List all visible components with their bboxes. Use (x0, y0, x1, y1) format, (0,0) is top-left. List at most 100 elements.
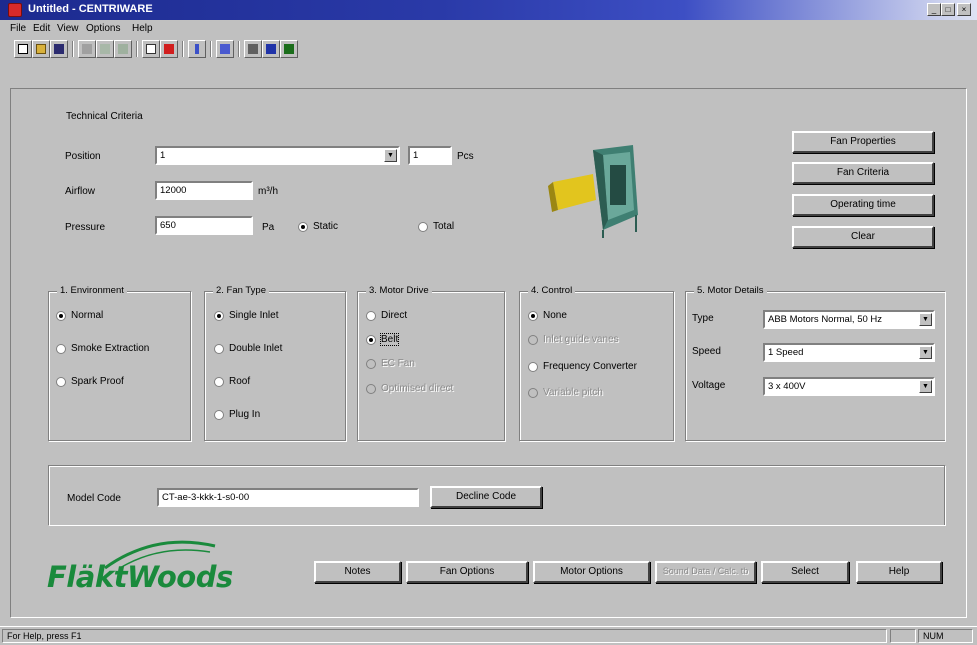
menu-file[interactable]: File (10, 23, 26, 34)
info-button[interactable] (188, 40, 206, 58)
open-button[interactable] (32, 40, 50, 58)
airflow-label: Airflow (65, 186, 96, 197)
motor-type-combo[interactable]: ABB Motors Normal, 50 Hz ▼ (763, 310, 935, 329)
environment-label: 1. Environment (57, 285, 127, 296)
fan-roof-label: Roof (229, 376, 251, 387)
drive-belt-radio[interactable] (366, 335, 376, 345)
select-button[interactable]: Select (761, 561, 849, 583)
notes-button[interactable]: Notes (314, 561, 401, 583)
toolbar (14, 38, 344, 62)
status-bar: For Help, press F1 NUM (0, 626, 977, 645)
position-combo[interactable]: 1 ▼ (155, 146, 400, 165)
stop-button[interactable] (160, 40, 178, 58)
properties-button[interactable] (142, 40, 160, 58)
fan-plugin-radio[interactable] (214, 410, 224, 420)
env-spark-label: Spark Proof (71, 376, 124, 387)
paste-icon (118, 44, 128, 54)
help-button[interactable]: Help (856, 561, 942, 583)
clear-button[interactable]: Clear (792, 226, 934, 248)
status-num: NUM (918, 629, 973, 643)
sort-icon (220, 44, 230, 54)
chevron-down-icon[interactable]: ▼ (919, 313, 932, 326)
position-qty-input[interactable]: 1 (408, 146, 452, 165)
copy-button[interactable] (96, 40, 114, 58)
operating-time-button[interactable]: Operating time (792, 194, 934, 216)
control-freq-label: Frequency Converter (543, 361, 637, 372)
fan-single-radio[interactable] (214, 311, 224, 321)
sound-data-button: Sound Data / Calc. tb (655, 561, 756, 583)
window-title: Untitled - CENTRIWARE (28, 3, 153, 15)
technical-criteria-label: Technical Criteria (66, 111, 143, 122)
motor-speed-combo[interactable]: 1 Speed ▼ (763, 343, 935, 362)
menu-options[interactable]: Options (86, 23, 120, 34)
fan-options-button[interactable]: Fan Options (406, 561, 528, 583)
folder-icon (36, 44, 46, 54)
chevron-down-icon[interactable]: ▼ (919, 346, 932, 359)
app-icon[interactable] (8, 3, 22, 17)
scissors-icon (82, 44, 92, 54)
motor-speed-value: 1 Speed (768, 347, 804, 358)
env-smoke-radio[interactable] (56, 344, 66, 354)
fan-double-radio[interactable] (214, 344, 224, 354)
red-square-icon (164, 44, 174, 54)
fan-image (548, 145, 638, 238)
static-radio[interactable] (298, 222, 308, 232)
fan-criteria-button[interactable]: Fan Criteria (792, 162, 934, 184)
menu-bar: File Edit View Options Help (0, 21, 977, 37)
env-normal-label: Normal (71, 310, 104, 321)
fan-plugin-label: Plug In (229, 409, 261, 420)
control-pitch-label: Variable pitch (543, 387, 603, 398)
decline-code-button[interactable]: Decline Code (430, 486, 542, 508)
help-button-tb[interactable] (262, 40, 280, 58)
model-code-input[interactable]: CT-ae-3-kkk-1-s0-00 (157, 488, 419, 507)
control-none-radio[interactable] (528, 311, 538, 321)
drive-direct-radio[interactable] (366, 311, 376, 321)
motor-type-value: ABB Motors Normal, 50 Hz (768, 314, 883, 325)
menu-help[interactable]: Help (132, 23, 153, 34)
menu-view[interactable]: View (57, 23, 79, 34)
pressure-unit: Pa (262, 222, 275, 233)
save-button[interactable] (50, 40, 68, 58)
motor-voltage-value: 3 x 400V (768, 381, 806, 392)
close-button[interactable]: × (957, 3, 971, 16)
context-help-button[interactable] (280, 40, 298, 58)
chevron-down-icon[interactable]: ▼ (384, 149, 397, 162)
drive-belt-label: Belt (379, 333, 400, 346)
status-help-text: For Help, press F1 (2, 629, 887, 643)
control-none-label: None (543, 310, 567, 321)
fan-double-label: Double Inlet (229, 343, 283, 354)
drive-direct-label: Direct (381, 310, 408, 321)
paste-button[interactable] (114, 40, 132, 58)
pressure-input[interactable]: 650 (155, 216, 253, 235)
print-button[interactable] (244, 40, 262, 58)
motor-drive-label: 3. Motor Drive (366, 285, 432, 296)
total-radio[interactable] (418, 222, 428, 232)
minimize-button[interactable]: _ (927, 3, 941, 16)
motor-voltage-combo[interactable]: 3 x 400V ▼ (763, 377, 935, 396)
airflow-input[interactable]: 12000 (155, 181, 253, 200)
sort-button[interactable] (216, 40, 234, 58)
motor-drive-group: 3. Motor Drive (357, 285, 505, 441)
control-pitch-radio (528, 388, 538, 398)
fan-properties-button[interactable]: Fan Properties (792, 131, 934, 153)
window-icon (146, 44, 156, 54)
cut-button[interactable] (78, 40, 96, 58)
new-file-icon (18, 44, 28, 54)
context-help-icon (284, 44, 294, 54)
fan-roof-radio[interactable] (214, 377, 224, 387)
motor-options-button[interactable]: Motor Options (533, 561, 650, 583)
menu-edit[interactable]: Edit (33, 23, 50, 34)
drive-ec-label: EC Fan (381, 358, 415, 369)
position-value: 1 (160, 150, 166, 161)
position-label: Position (65, 151, 101, 162)
question-icon (266, 44, 276, 54)
env-normal-radio[interactable] (56, 311, 66, 321)
chevron-down-icon[interactable]: ▼ (919, 380, 932, 393)
env-spark-radio[interactable] (56, 377, 66, 387)
motor-speed-label: Speed (692, 346, 721, 357)
new-button[interactable] (14, 40, 32, 58)
control-freq-radio[interactable] (528, 362, 538, 372)
airflow-unit: m³/h (258, 186, 278, 197)
maximize-button[interactable]: □ (941, 3, 955, 16)
motor-type-label: Type (692, 313, 714, 324)
